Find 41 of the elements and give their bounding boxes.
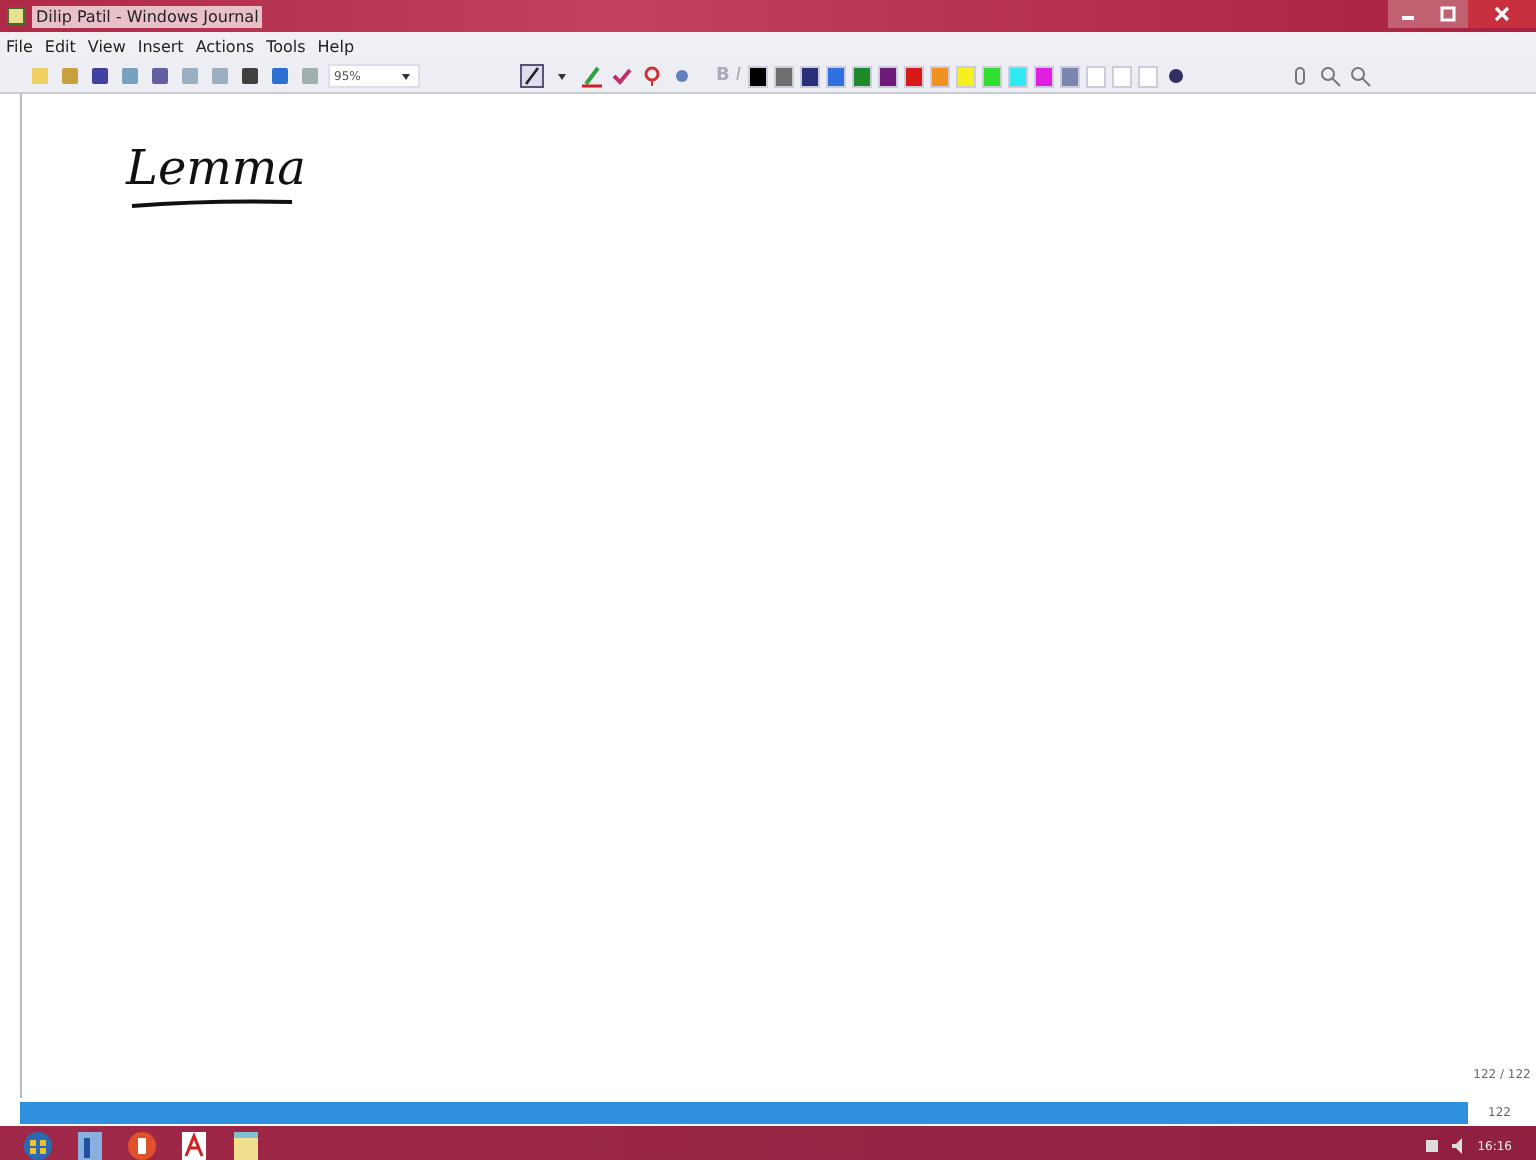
- minimize-button[interactable]: [1388, 0, 1428, 28]
- window-title: Dilip Patil - Windows Journal: [32, 5, 263, 27]
- pen-color-swatch[interactable]: [877, 65, 898, 87]
- pen-color-swatch[interactable]: [929, 65, 950, 87]
- pen-color-swatch[interactable]: [773, 65, 794, 87]
- start-button[interactable]: [20, 1128, 56, 1160]
- close-icon: [1494, 6, 1510, 22]
- menu-item[interactable]: Edit: [44, 37, 76, 55]
- pen-color-swatch[interactable]: [1111, 65, 1132, 87]
- maximize-icon: [1440, 6, 1456, 22]
- pen-color-swatch[interactable]: [799, 65, 820, 87]
- pen-color-swatch[interactable]: [1007, 65, 1028, 87]
- menu-item[interactable]: View: [87, 37, 126, 55]
- pen-color-swatch[interactable]: [825, 65, 846, 87]
- maximize-button[interactable]: [1428, 0, 1468, 28]
- handwritten-heading: Lemma: [126, 138, 306, 198]
- pen-color-swatch[interactable]: [903, 65, 924, 87]
- ink-color-icon[interactable]: [1163, 64, 1188, 88]
- pdf-app-icon[interactable]: [176, 1128, 212, 1160]
- pen-tool-icon[interactable]: [520, 64, 544, 88]
- pen-color-swatch[interactable]: [1137, 65, 1158, 87]
- pen-color-swatch[interactable]: [747, 65, 768, 87]
- zoom-out-icon[interactable]: [1347, 64, 1372, 88]
- pen-color-swatch[interactable]: [981, 65, 1002, 87]
- menu-item[interactable]: File: [6, 37, 33, 55]
- pen-color-swatch[interactable]: [1033, 65, 1054, 87]
- pen-color-swatch[interactable]: [1085, 65, 1106, 87]
- menu-item[interactable]: Insert: [137, 37, 184, 55]
- pen-color-swatch[interactable]: [851, 65, 872, 87]
- menu-item[interactable]: Actions: [195, 37, 255, 55]
- menu-item[interactable]: Help: [317, 37, 355, 55]
- pen-color-swatch[interactable]: [955, 65, 976, 87]
- close-button[interactable]: [1468, 0, 1536, 28]
- zoom-in-icon[interactable]: [1317, 64, 1342, 88]
- presentation-app-icon[interactable]: [124, 1128, 160, 1160]
- notepad-app-icon[interactable]: [228, 1128, 264, 1160]
- pen-color-swatch[interactable]: [1059, 65, 1080, 87]
- journal-icon: [6, 6, 26, 26]
- taskbar-app-icon[interactable]: [72, 1128, 108, 1160]
- highlighter-icon[interactable]: [580, 64, 604, 88]
- menu-item[interactable]: Tools: [266, 37, 306, 55]
